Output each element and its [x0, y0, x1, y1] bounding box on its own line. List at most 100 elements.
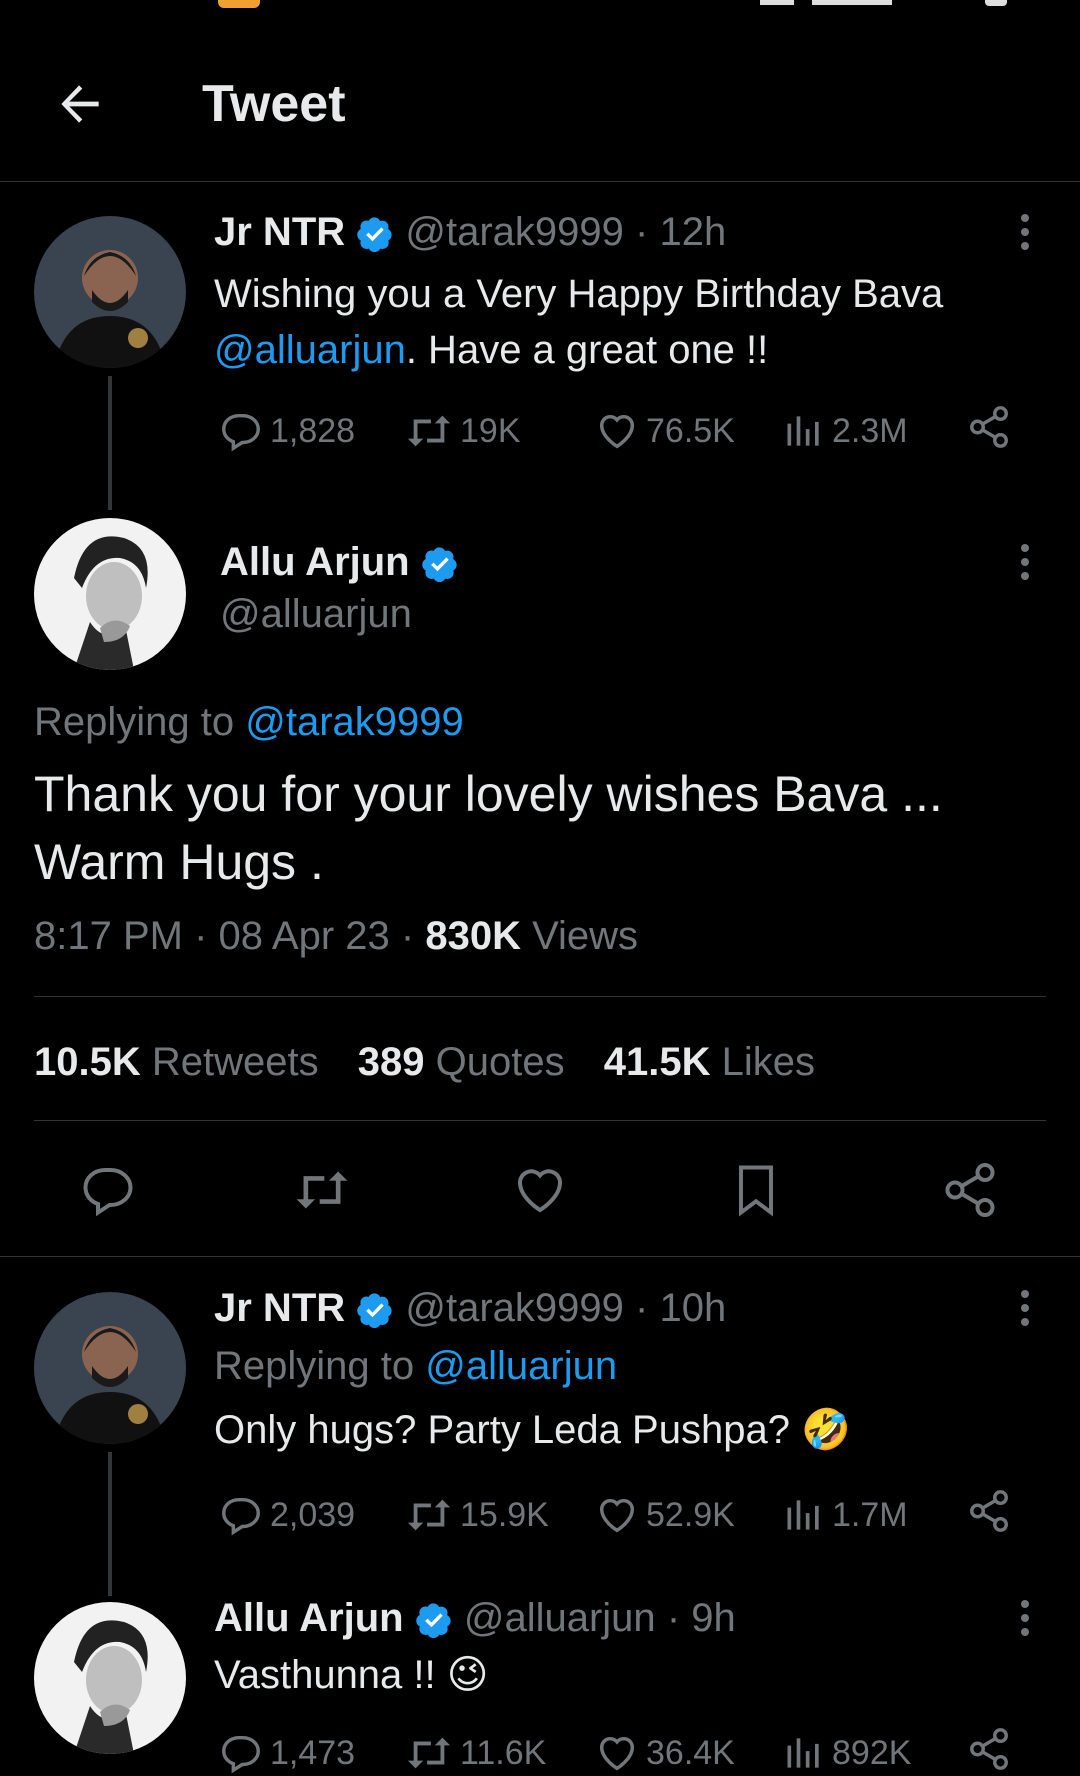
verified-badge-icon: [422, 547, 457, 583]
verified-badge-icon: [416, 1603, 451, 1639]
like-button[interactable]: 36.4K: [594, 1730, 735, 1776]
tweet-text-line: Thank you for your lovely wishes Bava ..…: [34, 766, 943, 822]
replying-to: Replying to @alluarjun: [214, 1344, 617, 1389]
back-arrow-icon[interactable]: [52, 76, 108, 132]
heart-icon: [599, 414, 635, 449]
verified-badge-icon: [357, 1293, 392, 1329]
reply-icon: [222, 1735, 260, 1774]
page-title: Tweet: [202, 75, 346, 133]
share-icon[interactable]: [966, 404, 1012, 450]
like-count: 36.4K: [646, 1733, 735, 1772]
views-chart-icon: [787, 1738, 819, 1768]
views-chart-icon: [787, 1500, 819, 1530]
views-button[interactable]: 2.3M: [782, 408, 908, 454]
retweets-count: 10.5K: [34, 1040, 141, 1084]
tweet-time: · 12h: [635, 210, 727, 254]
like-button[interactable]: 76.5K: [594, 408, 735, 454]
author-name[interactable]: Allu Arjun: [220, 540, 410, 584]
author-handle[interactable]: @alluarjun: [464, 1596, 656, 1640]
divider: [34, 1120, 1046, 1121]
tweet-text-rest: . Have a great one !!: [405, 328, 769, 372]
views-chart-icon: [787, 416, 819, 446]
tweet-time: · 10h: [635, 1286, 727, 1330]
likes-count: 41.5K: [603, 1040, 711, 1084]
views-label: Views: [532, 914, 639, 958]
author-name[interactable]: Allu Arjun: [214, 1596, 404, 1640]
retweet-icon: [407, 1737, 451, 1769]
views-count: 2.3M: [832, 411, 908, 450]
retweet-count: 11.6K: [460, 1733, 547, 1772]
tweet-text-line: Warm Hugs .: [34, 834, 324, 890]
tweet1-header: Jr NTR @tarak9999 · 12h: [214, 210, 726, 255]
reply-icon[interactable]: [78, 1160, 138, 1220]
views-count: 1.7M: [832, 1495, 908, 1534]
main-tweet-text: Thank you for your lovely wishes Bava ..…: [34, 760, 943, 896]
reply2-header: Allu Arjun @alluarjun · 9h: [214, 1596, 736, 1641]
heart-icon[interactable]: [510, 1160, 570, 1220]
avatar-allu-arjun[interactable]: [34, 518, 186, 670]
reply1-header: Jr NTR @tarak9999 · 10h: [214, 1286, 726, 1331]
retweet-icon[interactable]: [292, 1160, 352, 1220]
like-count: 52.9K: [646, 1495, 735, 1534]
views-button[interactable]: 892K: [782, 1730, 911, 1776]
avatar-allu-arjun[interactable]: [34, 1602, 186, 1754]
author-handle[interactable]: @tarak9999: [405, 1286, 624, 1330]
quotes-stat[interactable]: 389 Quotes: [358, 1040, 565, 1084]
mention-link[interactable]: @alluarjun: [425, 1344, 617, 1388]
reply-button[interactable]: 1,828: [218, 408, 355, 454]
share-icon[interactable]: [966, 1726, 1012, 1772]
tweet-text: Vasthunna !! 😉: [214, 1653, 489, 1697]
reply-count: 2,039: [270, 1495, 356, 1534]
tweet-text-line: Wishing you a Very Happy Birthday Bava: [214, 272, 944, 316]
more-options-icon[interactable]: [1019, 214, 1031, 254]
reply-button[interactable]: 1,473: [218, 1730, 355, 1776]
avatar-jr-ntr[interactable]: [34, 216, 186, 368]
avatar-jr-ntr[interactable]: [34, 1292, 186, 1444]
author-name[interactable]: Jr NTR: [214, 1286, 345, 1330]
tweet-text-line: @alluarjun. Have a great one !!: [214, 322, 943, 378]
likes-label: Likes: [721, 1040, 815, 1084]
retweet-icon: [407, 415, 451, 447]
retweet-button[interactable]: 15.9K: [404, 1492, 549, 1538]
thread-line: [108, 1452, 112, 1596]
tweet-text: Only hugs? Party Leda Pushpa? 🤣: [214, 1408, 851, 1452]
retweets-stat[interactable]: 10.5K Retweets: [34, 1040, 319, 1084]
views-count: 830K: [425, 914, 521, 958]
replying-to: Replying to @tarak9999: [34, 700, 464, 745]
more-options-icon[interactable]: [1019, 1290, 1031, 1330]
divider: [34, 996, 1046, 997]
thread-line: [108, 376, 112, 510]
more-options-icon[interactable]: [1019, 544, 1031, 584]
top-app-bar: Tweet: [0, 0, 1080, 182]
author-handle[interactable]: @tarak9999: [405, 210, 624, 254]
bookmark-icon[interactable]: [726, 1160, 786, 1220]
reply-button[interactable]: 2,039: [218, 1492, 355, 1538]
retweets-label: Retweets: [151, 1040, 319, 1084]
retweet-count: 15.9K: [460, 1495, 549, 1534]
author-handle[interactable]: @alluarjun: [220, 592, 412, 637]
heart-icon: [599, 1498, 635, 1533]
retweet-count: 19K: [460, 411, 521, 450]
like-button[interactable]: 52.9K: [594, 1492, 735, 1538]
retweet-button[interactable]: 11.6K: [404, 1730, 546, 1776]
mention-link[interactable]: @alluarjun: [214, 328, 406, 372]
views-button[interactable]: 1.7M: [782, 1492, 908, 1538]
heart-icon: [599, 1736, 635, 1771]
share-icon[interactable]: [940, 1160, 1000, 1220]
reply-count: 1,473: [270, 1733, 356, 1772]
more-options-icon[interactable]: [1019, 1600, 1031, 1640]
reply-icon: [222, 1497, 260, 1536]
retweet-icon: [407, 1499, 451, 1531]
divider: [0, 1256, 1080, 1257]
reply-icon: [222, 413, 260, 452]
share-icon[interactable]: [966, 1488, 1012, 1534]
main-author-line: Allu Arjun: [220, 540, 459, 585]
likes-stat[interactable]: 41.5K Likes: [604, 1040, 815, 1084]
tweet1-text: Wishing you a Very Happy Birthday Bava @…: [214, 266, 943, 378]
verified-badge-icon: [357, 217, 392, 253]
retweet-button[interactable]: 19K: [404, 408, 521, 454]
author-name[interactable]: Jr NTR: [214, 210, 345, 254]
mention-link[interactable]: @tarak9999: [245, 700, 464, 744]
reply-count: 1,828: [270, 411, 356, 450]
replying-label: Replying to: [214, 1344, 415, 1388]
